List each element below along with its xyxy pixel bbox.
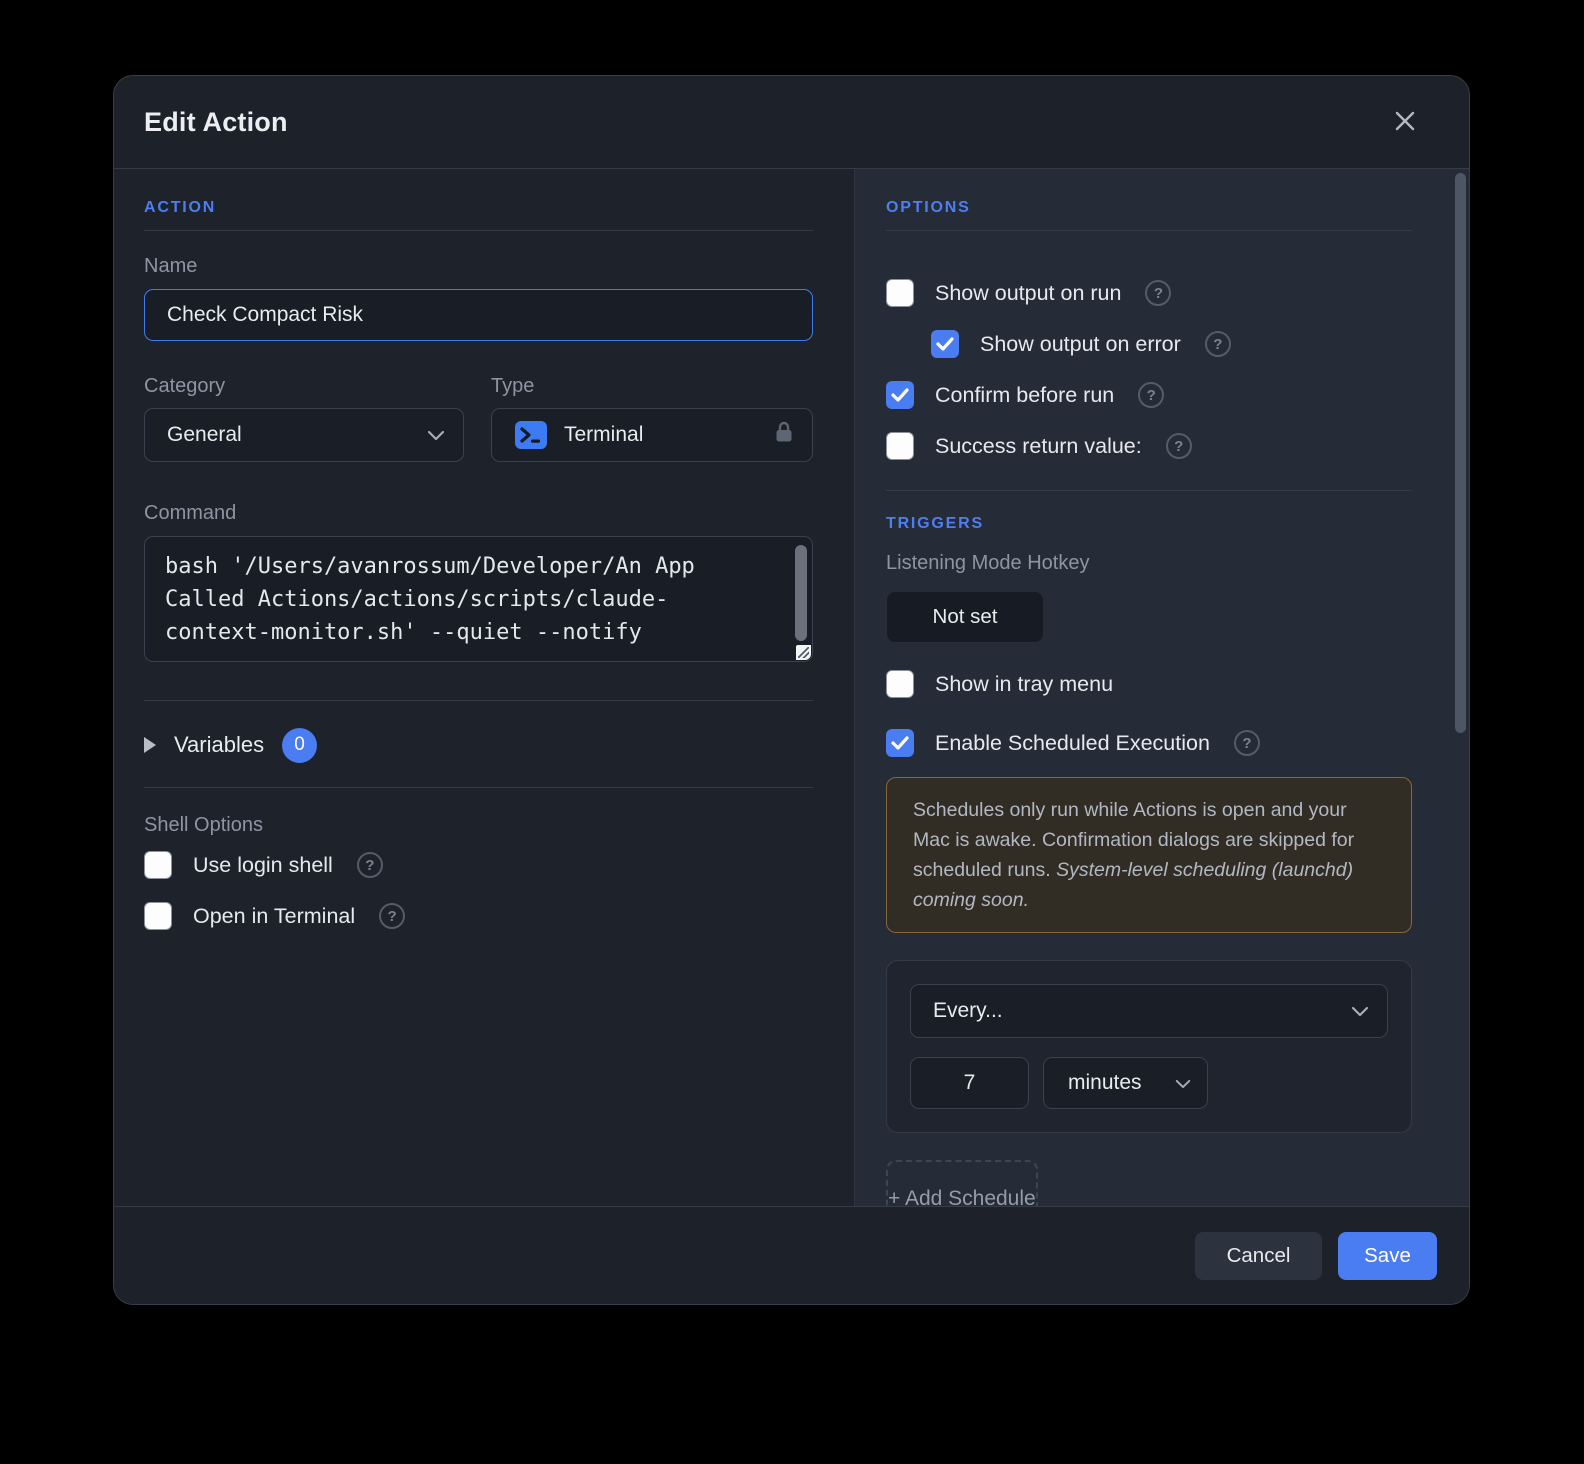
success-return-value-row: Success return value: ? [886, 432, 1412, 460]
success-return-value-label: Success return value: [935, 433, 1142, 458]
resize-handle-icon[interactable] [796, 645, 811, 660]
category-value: General [167, 423, 242, 446]
help-icon[interactable]: ? [1204, 331, 1231, 357]
panel-scrollbar[interactable] [1455, 173, 1466, 733]
command-textarea[interactable]: bash '/Users/avanrossum/Developer/An App… [144, 536, 813, 662]
options-section-header: OPTIONS [886, 199, 971, 216]
command-label: Command [144, 502, 237, 524]
command-text: bash '/Users/avanrossum/Developer/An App… [165, 554, 709, 645]
open-in-terminal-checkbox[interactable] [144, 902, 172, 930]
dialog-body: ACTION Name Category General [114, 169, 1469, 1206]
success-return-value-checkbox[interactable] [886, 432, 914, 460]
command-scrollbar[interactable] [795, 545, 807, 641]
interval-input[interactable] [910, 1057, 1029, 1109]
type-label: Type [491, 375, 535, 397]
show-output-on-run-checkbox[interactable] [886, 279, 914, 307]
divider [886, 490, 1412, 491]
schedule-interval-row: minutes [910, 1057, 1388, 1109]
use-login-shell-checkbox[interactable] [144, 851, 172, 879]
enable-scheduled-row: Enable Scheduled Execution ? [886, 729, 1412, 757]
category-label: Category [144, 375, 226, 397]
hotkey-button[interactable]: Not set [886, 591, 1044, 643]
close-button[interactable] [1387, 104, 1423, 140]
terminal-icon [514, 420, 548, 450]
divider [144, 230, 813, 231]
divider [144, 700, 813, 701]
enable-scheduled-checkbox[interactable] [886, 729, 914, 757]
show-in-tray-checkbox[interactable] [886, 670, 914, 698]
variables-count-badge: 0 [282, 727, 318, 763]
schedule-frequency-select[interactable]: Every... [910, 984, 1388, 1038]
type-value: Terminal [564, 423, 644, 446]
shell-options-label: Shell Options [144, 814, 263, 836]
action-panel: ACTION Name Category General [114, 169, 854, 1206]
show-output-on-run-label: Show output on run [935, 280, 1122, 305]
open-in-terminal-row: Open in Terminal ? [144, 902, 813, 930]
variables-label: Variables [174, 732, 265, 757]
category-type-row: Category General Type Terminal [144, 375, 813, 462]
chevron-down-icon [1351, 999, 1369, 1023]
help-icon[interactable]: ? [1233, 730, 1260, 756]
chevron-down-icon [1175, 1071, 1191, 1095]
help-icon[interactable]: ? [1138, 382, 1165, 408]
divider [886, 230, 1412, 231]
confirm-before-run-row: Confirm before run ? [886, 381, 1412, 409]
confirm-before-run-label: Confirm before run [935, 382, 1115, 407]
help-icon[interactable]: ? [379, 903, 406, 929]
name-input[interactable] [144, 289, 813, 341]
chevron-down-icon [427, 423, 445, 447]
show-in-tray-label: Show in tray menu [935, 671, 1114, 696]
divider [144, 787, 813, 788]
interval-unit-value: minutes [1068, 1071, 1142, 1094]
schedule-warning-note: Schedules only run while Actions is open… [886, 777, 1412, 933]
dialog-footer: Cancel Save [114, 1206, 1469, 1304]
show-output-on-error-row: Show output on error ? [931, 330, 1412, 358]
variables-toggle[interactable]: Variables 0 [144, 725, 813, 765]
show-in-tray-row: Show in tray menu [886, 670, 1412, 698]
dialog-title: Edit Action [144, 106, 288, 137]
enable-scheduled-label: Enable Scheduled Execution [935, 730, 1210, 755]
schedule-card: Every... minutes [886, 960, 1412, 1133]
open-in-terminal-label: Open in Terminal [193, 903, 356, 928]
options-panel: OPTIONS Show output on run ? Show output… [855, 169, 1469, 1206]
show-output-on-error-label: Show output on error [980, 331, 1181, 356]
dialog-header: Edit Action [114, 76, 1469, 169]
confirm-before-run-checkbox[interactable] [886, 381, 914, 409]
triggers-section-header: TRIGGERS [886, 515, 984, 532]
help-icon[interactable]: ? [1165, 433, 1192, 459]
add-schedule-button[interactable]: + Add Schedule [886, 1160, 1038, 1206]
close-icon [1392, 108, 1418, 137]
name-label: Name [144, 255, 198, 277]
edit-action-dialog: Edit Action ACTION Name Category [113, 75, 1470, 1305]
show-output-on-run-row: Show output on run ? [886, 279, 1412, 307]
lock-icon [774, 420, 794, 450]
use-login-shell-row: Use login shell ? [144, 851, 813, 879]
help-icon[interactable]: ? [1145, 280, 1172, 306]
type-field: Terminal [491, 408, 813, 462]
screen: Edit Action ACTION Name Category [0, 0, 1584, 1464]
use-login-shell-label: Use login shell [193, 852, 333, 877]
save-button[interactable]: Save [1338, 1231, 1437, 1280]
help-icon[interactable]: ? [356, 852, 383, 878]
show-output-on-error-checkbox[interactable] [931, 330, 959, 358]
interval-unit-select[interactable]: minutes [1043, 1057, 1208, 1109]
category-select[interactable]: General [144, 408, 464, 462]
cancel-button[interactable]: Cancel [1195, 1231, 1322, 1280]
triangle-right-icon [144, 737, 156, 753]
listening-mode-hotkey-label: Listening Mode Hotkey [886, 552, 1090, 574]
action-section-header: ACTION [144, 199, 217, 216]
schedule-frequency-value: Every... [933, 999, 1003, 1022]
